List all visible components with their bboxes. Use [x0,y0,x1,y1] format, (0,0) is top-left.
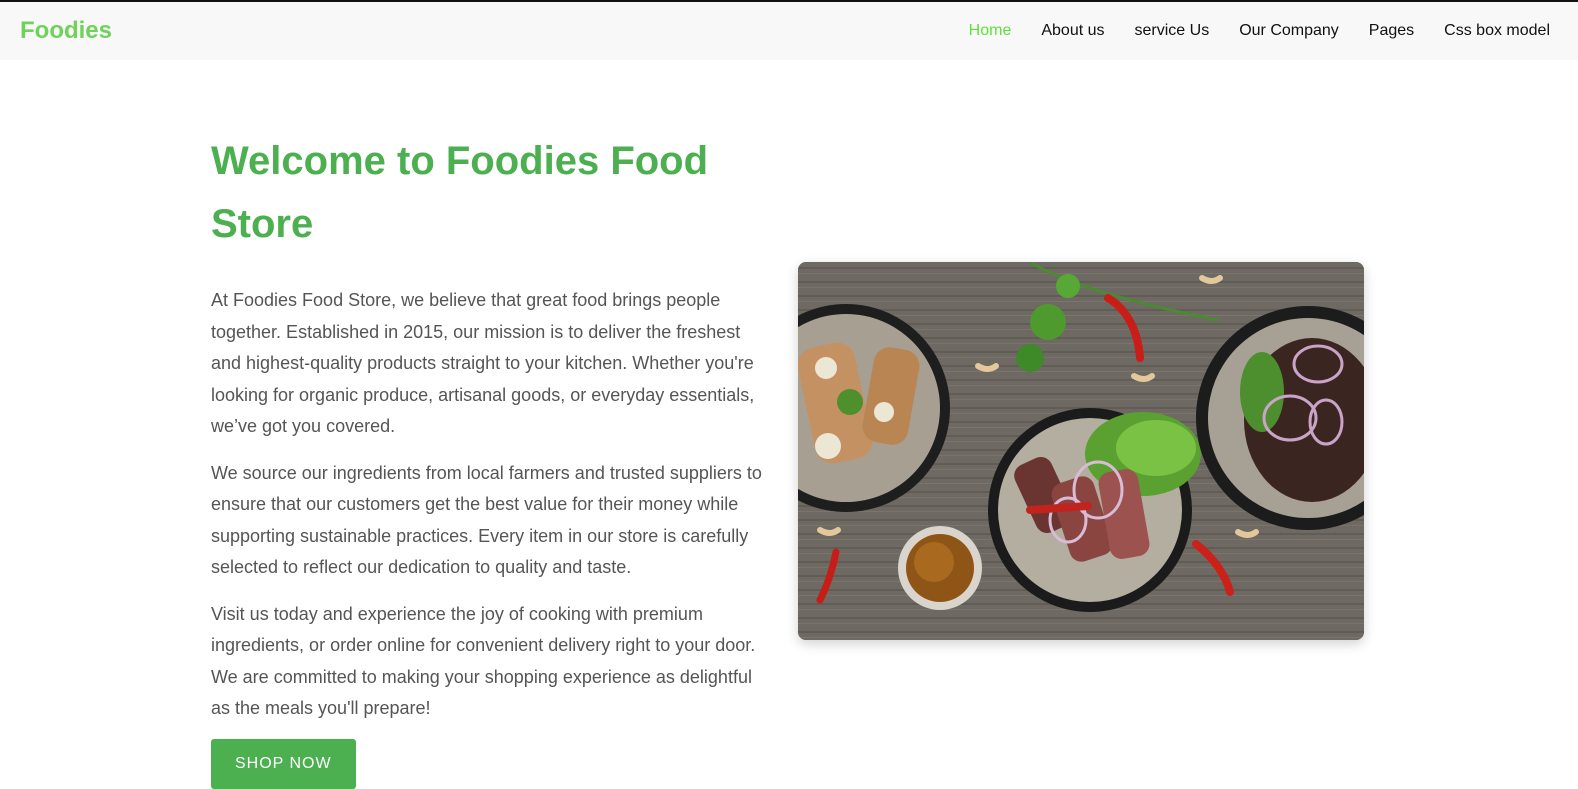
nav-link-our-company[interactable]: Our Company [1239,22,1339,39]
nav-item-company: Our Company [1239,22,1339,40]
nav-item-home: Home [969,22,1012,40]
nav-item-css: Css box model [1444,22,1550,40]
visit-paragraph: Visit us today and experience the joy of… [211,603,756,719]
nav-link-home[interactable]: Home [969,22,1012,39]
nav-link-about-us[interactable]: About us [1041,22,1104,39]
welcome-section: Welcome to Foodies Food Store At Foodies… [211,130,773,789]
main-nav: Home About us service Us Our Company Pag… [939,22,1550,40]
food-plates-illustration [798,262,1364,640]
nav-link-pages[interactable]: Pages [1369,22,1414,39]
shop-now-button[interactable]: SHOP NOW [211,738,356,789]
nav-item-about: About us [1041,22,1104,40]
nav-link-service-us[interactable]: service Us [1135,22,1210,39]
page-title: Welcome to Foodies Food Store [211,139,709,246]
nav-link-css-box-model[interactable]: Css box model [1444,22,1550,39]
hero-food-image [798,262,1364,640]
nav-item-pages: Pages [1369,22,1414,40]
nav-item-service: service Us [1135,22,1210,40]
navbar: Foodies Home About us service Us Our Com… [0,2,1578,60]
intro-paragraph: At Foodies Food Store, we believe that g… [211,290,755,436]
brand-logo[interactable]: Foodies [20,17,112,45]
sourcing-paragraph: We source our ingredients from local far… [211,462,762,578]
